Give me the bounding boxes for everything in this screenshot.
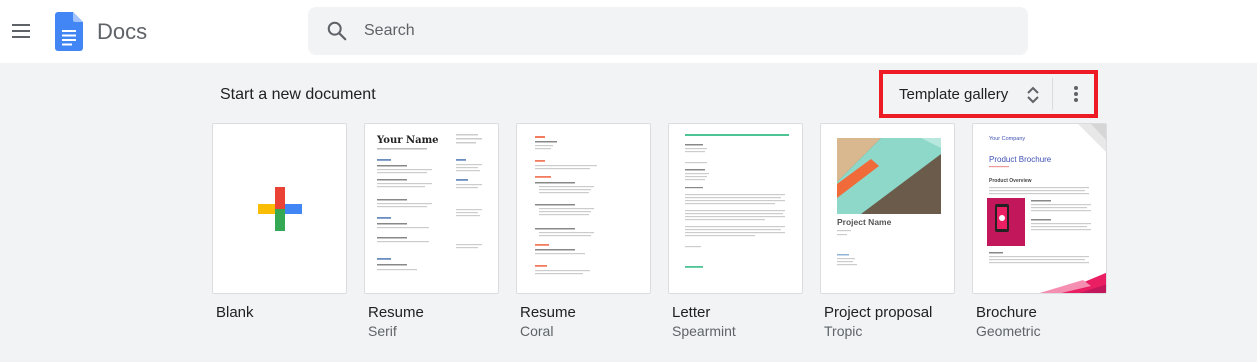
letter-spearmint-thumbnail[interactable] bbox=[668, 123, 803, 294]
search-icon[interactable] bbox=[326, 20, 348, 42]
template-gallery-control: Template gallery bbox=[879, 70, 1098, 118]
brochure-geometric-thumbnail[interactable]: Your Company Product Brochure Product Ov… bbox=[972, 123, 1107, 294]
resume-serif-preview: Your Name bbox=[376, 134, 482, 271]
top-bar: Docs bbox=[0, 0, 1257, 63]
search-bar[interactable] bbox=[308, 7, 1028, 55]
unfold-more-icon bbox=[1027, 86, 1039, 104]
template-name: Letter bbox=[672, 304, 711, 321]
template-gallery-label: Template gallery bbox=[899, 86, 1009, 103]
resume-serif-thumbnail[interactable]: Your Name bbox=[364, 123, 499, 294]
template-name: Project proposal bbox=[824, 304, 933, 321]
template-subtitle: Tropic bbox=[824, 323, 863, 339]
template-subtitle: Geometric bbox=[976, 323, 1041, 339]
brochure-overview: Product Overview bbox=[989, 178, 1032, 184]
blank-thumbnail[interactable] bbox=[212, 123, 347, 294]
project-proposal-preview: Project Name bbox=[837, 138, 941, 266]
proposal-heading: Project Name bbox=[837, 217, 892, 227]
search-input[interactable] bbox=[364, 7, 1004, 55]
app-name[interactable]: Docs bbox=[97, 19, 147, 45]
template-name: Blank bbox=[216, 304, 254, 321]
template-subtitle: Coral bbox=[520, 323, 554, 339]
template-gallery-button[interactable]: Template gallery bbox=[887, 78, 1055, 110]
brochure-heading: Product Brochure bbox=[989, 155, 1052, 164]
template-name: Resume bbox=[520, 304, 576, 321]
docs-logo-icon[interactable] bbox=[55, 12, 83, 51]
divider bbox=[1052, 78, 1053, 110]
resume-coral-thumbnail[interactable] bbox=[516, 123, 651, 294]
section-title: Start a new document bbox=[220, 86, 376, 103]
project-proposal-thumbnail[interactable]: Project Name bbox=[820, 123, 955, 294]
menu-icon[interactable] bbox=[8, 18, 34, 44]
template-subtitle: Serif bbox=[368, 323, 397, 339]
letter-spearmint-preview bbox=[685, 134, 789, 268]
template-subtitle: Spearmint bbox=[672, 323, 736, 339]
template-name: Brochure bbox=[976, 304, 1037, 321]
more-vert-icon[interactable] bbox=[1061, 78, 1091, 110]
brochure-geometric-preview: Your Company Product Brochure Product Ov… bbox=[987, 124, 1106, 293]
template-name: Resume bbox=[368, 304, 424, 321]
plus-icon bbox=[258, 187, 302, 231]
resume-heading: Your Name bbox=[376, 135, 439, 146]
resume-coral-preview bbox=[535, 136, 597, 275]
brochure-company: Your Company bbox=[989, 136, 1025, 142]
